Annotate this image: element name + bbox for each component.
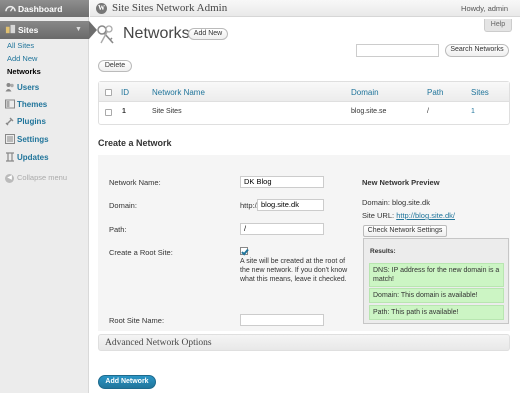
preview-site-url-label: Site URL: xyxy=(362,211,395,220)
row-sites-count[interactable]: 1 xyxy=(471,108,475,115)
results-title: Results: xyxy=(370,248,396,255)
row-checkbox[interactable] xyxy=(105,109,112,116)
row-id: 1 xyxy=(122,108,126,115)
menu-sites[interactable]: Sites ▼ xyxy=(0,21,97,39)
site-title[interactable]: Site Sites Network Admin xyxy=(112,2,227,14)
path-label: Path: xyxy=(109,225,127,234)
menu-dashboard[interactable]: Dashboard xyxy=(0,0,89,17)
domain-input[interactable]: blog.site.dk xyxy=(257,199,324,211)
result-path: Path: This path is available! xyxy=(369,305,504,320)
column-path[interactable]: Path xyxy=(427,88,443,97)
dashboard-icon xyxy=(5,6,16,12)
create-root-site-label: Create a Root Site: xyxy=(109,248,173,257)
create-root-site-checkbox[interactable] xyxy=(240,247,248,255)
preview-site-url: Site URL: http://blog.site.dk/ xyxy=(362,211,455,220)
column-id[interactable]: ID xyxy=(121,88,129,97)
domain-prefix: http:// xyxy=(240,201,259,210)
network-name-input[interactable]: DK Blog xyxy=(240,176,324,188)
result-domain: Domain: This domain is available! xyxy=(369,288,504,303)
network-name-label: Network Name: xyxy=(109,178,161,187)
chevron-down-icon[interactable]: ▼ xyxy=(75,26,82,33)
column-domain[interactable]: Domain xyxy=(351,88,379,97)
row-path: / xyxy=(427,108,429,115)
menu-updates[interactable]: Updates xyxy=(0,150,89,165)
menu-settings[interactable]: Settings xyxy=(0,132,89,147)
row-domain: blog.site.se xyxy=(351,108,387,115)
column-sites[interactable]: Sites xyxy=(471,88,489,97)
menu-updates-label: Updates xyxy=(17,153,49,162)
preview-title: New Network Preview xyxy=(362,178,440,187)
howdy-user-menu[interactable]: Howdy, admin xyxy=(461,4,508,13)
create-network-heading: Create a Network xyxy=(98,138,172,148)
networks-keys-icon xyxy=(97,25,114,44)
advanced-network-options-toggle[interactable]: Advanced Network Options xyxy=(98,334,510,351)
menu-users-label: Users xyxy=(17,83,40,92)
submenu-add-new[interactable]: Add New xyxy=(7,54,37,63)
help-tab[interactable]: Help xyxy=(484,19,512,32)
admin-header: W Site Sites Network Admin Howdy, admin xyxy=(90,0,520,17)
search-networks-button[interactable]: Search Networks xyxy=(445,44,509,57)
sites-icon xyxy=(5,24,16,34)
column-network-name[interactable]: Network Name xyxy=(152,88,205,97)
row-network-name[interactable]: Site Sites xyxy=(152,108,182,115)
preview-domain: Domain: blog.site.dk xyxy=(362,198,430,207)
page-title: Networks xyxy=(123,25,190,42)
wordpress-logo-icon: W xyxy=(96,3,107,14)
main-content: W Site Sites Network Admin Howdy, admin … xyxy=(90,0,520,393)
themes-icon xyxy=(5,99,15,109)
menu-settings-label: Settings xyxy=(17,135,49,144)
menu-sites-label: Sites xyxy=(18,25,39,35)
settings-icon xyxy=(5,134,15,144)
add-new-button[interactable]: Add New xyxy=(188,28,228,40)
select-all-checkbox[interactable] xyxy=(105,89,112,96)
table-header: ID Network Name Domain Path Sites xyxy=(99,82,509,102)
menu-themes[interactable]: Themes xyxy=(0,97,89,112)
networks-table: ID Network Name Domain Path Sites 1 Site… xyxy=(98,81,510,125)
users-icon xyxy=(5,83,14,92)
collapse-arrow-icon: ◀ xyxy=(5,173,14,183)
check-network-settings-button[interactable]: Check Network Settings xyxy=(363,225,447,237)
menu-dashboard-label: Dashboard xyxy=(18,4,63,14)
plugins-icon xyxy=(5,117,14,126)
preview-site-url-link[interactable]: http://blog.site.dk/ xyxy=(396,211,455,220)
domain-label: Domain: xyxy=(109,201,137,210)
result-dns: DNS: IP address for the new domain is a … xyxy=(369,263,504,287)
create-root-site-note: A site will be created at the root of th… xyxy=(240,258,348,283)
search-input[interactable] xyxy=(356,44,439,57)
submenu-all-sites[interactable]: All Sites xyxy=(7,41,34,50)
menu-plugins-label: Plugins xyxy=(17,117,46,126)
delete-button[interactable]: Delete xyxy=(98,60,132,72)
root-site-name-label: Root Site Name: xyxy=(109,316,165,325)
results-panel: Results: DNS: IP address for the new dom… xyxy=(363,238,509,324)
menu-themes-label: Themes xyxy=(17,100,48,109)
updates-icon xyxy=(6,152,14,162)
collapse-menu-label: Collapse menu xyxy=(17,173,68,182)
admin-sidebar: Dashboard Sites ▼ All Sites Add New Netw… xyxy=(0,0,97,393)
menu-plugins[interactable]: Plugins xyxy=(0,114,89,129)
submenu-networks[interactable]: Networks xyxy=(7,67,41,76)
add-network-button[interactable]: Add Network xyxy=(98,375,156,389)
advanced-network-options-label: Advanced Network Options xyxy=(105,338,212,348)
root-site-name-input[interactable] xyxy=(240,314,324,326)
path-input[interactable]: / xyxy=(240,223,324,235)
collapse-menu[interactable]: ◀ Collapse menu xyxy=(5,173,67,183)
menu-users[interactable]: Users xyxy=(0,80,89,95)
